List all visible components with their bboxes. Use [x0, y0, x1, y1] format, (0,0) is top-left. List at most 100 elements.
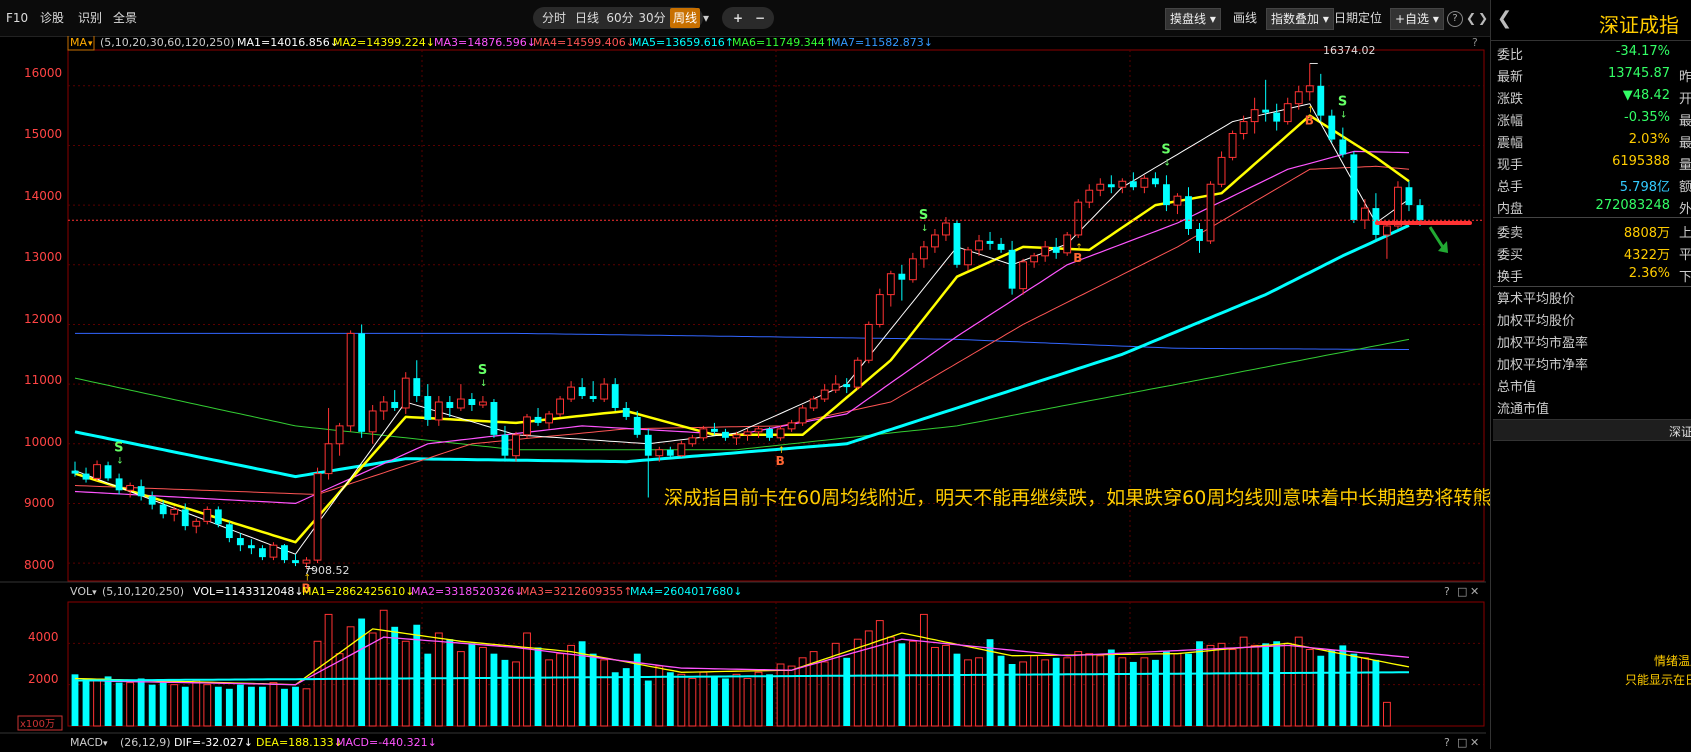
period-weekly[interactable]: 周线	[670, 8, 700, 28]
candle-body	[787, 422, 796, 430]
candle-body	[567, 386, 576, 400]
candle-body	[1350, 154, 1358, 221]
draw-line-button[interactable]: 画线	[1233, 8, 1257, 28]
chevron-down-icon[interactable]: ▾	[88, 39, 93, 49]
volume-bar	[170, 684, 179, 727]
ma-selector-label[interactable]: MA	[70, 36, 87, 49]
candle-body	[104, 465, 112, 479]
candle-body	[1030, 255, 1039, 263]
candle-body	[732, 434, 741, 439]
period-dropdown-icon[interactable]: ▾	[701, 8, 711, 28]
candle-body	[711, 428, 718, 432]
candle-body	[1250, 109, 1259, 123]
period-60min[interactable]: 60分	[605, 8, 635, 28]
candle-body	[82, 473, 90, 480]
candle-body	[1151, 178, 1159, 185]
candle-body	[919, 246, 928, 260]
volume-bar	[1372, 659, 1380, 726]
volume-bar	[1196, 641, 1203, 726]
nav-next-icon[interactable]: ❯	[1478, 8, 1488, 28]
candle-body	[699, 428, 708, 439]
quote-row: 涨幅 -0.35% 最	[1493, 107, 1691, 129]
nav-prev-icon[interactable]: ❮	[1466, 8, 1476, 28]
volume-bar	[1217, 642, 1226, 727]
help-icon[interactable]: ?	[1447, 11, 1463, 27]
volume-bar	[269, 682, 278, 727]
vol-maximize-icon[interactable]: □	[1457, 585, 1467, 598]
date-locate-button[interactable]: 日期定位	[1334, 8, 1382, 28]
macd-value: MACD=-440.321↓	[336, 736, 437, 749]
price-tick: 9000	[24, 496, 55, 510]
quote-label: 震幅	[1497, 136, 1524, 151]
sentiment-tab[interactable]: 深证情绪温度	[1493, 419, 1691, 441]
chart-area[interactable]: S ↓ ↑ B S ↓ ↑ B S ↓ ↑ B S ↓ ↑ B S ↓ MA ▾ (5,10,20,30,60,1…	[0, 34, 1510, 749]
candle-body	[1052, 246, 1060, 253]
vol-selector[interactable]: VOL▾	[70, 585, 97, 598]
quote-label: 内盘	[1497, 202, 1524, 217]
candle-body	[1416, 205, 1424, 221]
candle-body	[942, 222, 950, 236]
period-daily[interactable]: 日线	[571, 8, 603, 28]
volume-bar	[434, 632, 443, 727]
f10-link[interactable]: F10	[6, 8, 28, 28]
ma1-value: MA1=14016.856↓	[237, 36, 339, 49]
volume-bar	[1339, 645, 1347, 726]
volume-bar	[1360, 657, 1369, 727]
volume-bar	[722, 678, 729, 726]
diagnose-link[interactable]: 诊股	[40, 8, 64, 28]
candle-body	[181, 509, 189, 527]
candle-body	[1305, 85, 1314, 93]
volume-bar	[1129, 661, 1137, 726]
quote-extra: 额	[1678, 180, 1691, 195]
back-icon[interactable]: ❮	[1497, 8, 1512, 29]
quote-label: 委买	[1497, 248, 1524, 263]
volume-bar	[82, 678, 90, 726]
volume-bar	[391, 626, 399, 726]
volume-bar	[137, 678, 145, 726]
quote-extra: 下	[1678, 270, 1691, 285]
candle-body	[1063, 234, 1072, 254]
arrow-down-icon: ↓	[1340, 111, 1348, 121]
volume-bar	[181, 686, 189, 726]
top-toolbar: F10 诊股 识别 全景 分时 日线 60分 30分 周线 ▾ + − 摸盘线 …	[0, 0, 1691, 37]
sell-marker: S	[1338, 95, 1347, 110]
volume-bar	[776, 663, 785, 727]
high-label: 16374.02	[1323, 44, 1376, 57]
vol-ma3-value: MA3=3212609355↑	[520, 585, 632, 598]
candle-body	[478, 401, 487, 406]
candle-body	[148, 496, 156, 505]
zoom-out-button[interactable]: −	[752, 8, 768, 28]
main-help-icon[interactable]: ?	[1472, 36, 1478, 49]
add-watch-button[interactable]: +自选 ▾	[1390, 8, 1444, 30]
sell-marker: S	[478, 363, 487, 378]
quote-header: ❮ 深证成指	[1491, 0, 1691, 41]
volume-bar	[843, 657, 851, 726]
candle-body	[655, 449, 664, 457]
candle-body	[468, 399, 476, 405]
kline-chart[interactable]: S↓↑BS↓↑BS↓↑BS↓↑BS↓ MA ▾ (5,10,20,30,60,1…	[0, 34, 1486, 749]
candle-body	[688, 437, 697, 445]
panorama-link[interactable]: 全景	[113, 8, 137, 28]
vol-close-icon[interactable]: ✕	[1470, 585, 1479, 598]
period-intraday[interactable]: 分时	[538, 8, 570, 28]
volume-bar	[964, 659, 972, 727]
candle-body	[1206, 183, 1215, 242]
volume-bar	[1173, 653, 1182, 727]
macd-close-icon[interactable]: ✕	[1470, 736, 1479, 749]
index-overlay-button[interactable]: 指数叠加 ▾	[1266, 8, 1334, 30]
period-30min[interactable]: 30分	[637, 8, 667, 28]
candle-body	[975, 240, 983, 251]
macd-selector[interactable]: MACD▾	[70, 736, 108, 749]
candle-body	[1173, 195, 1182, 206]
quote-value: 4322万	[1623, 248, 1670, 263]
macd-help-icon[interactable]: ?	[1444, 736, 1450, 749]
vol-help-icon[interactable]: ?	[1444, 585, 1450, 598]
candle-body	[401, 377, 410, 409]
identify-link[interactable]: 识别	[78, 8, 102, 28]
candle-body	[986, 240, 994, 244]
zoom-in-button[interactable]: +	[730, 8, 746, 28]
volume-bar	[1107, 649, 1115, 726]
ma-params: (5,10,20,30,60,120,250)	[100, 36, 235, 49]
macd-maximize-icon[interactable]: □	[1457, 736, 1467, 749]
draw-menu-button[interactable]: 摸盘线 ▾	[1165, 8, 1221, 30]
